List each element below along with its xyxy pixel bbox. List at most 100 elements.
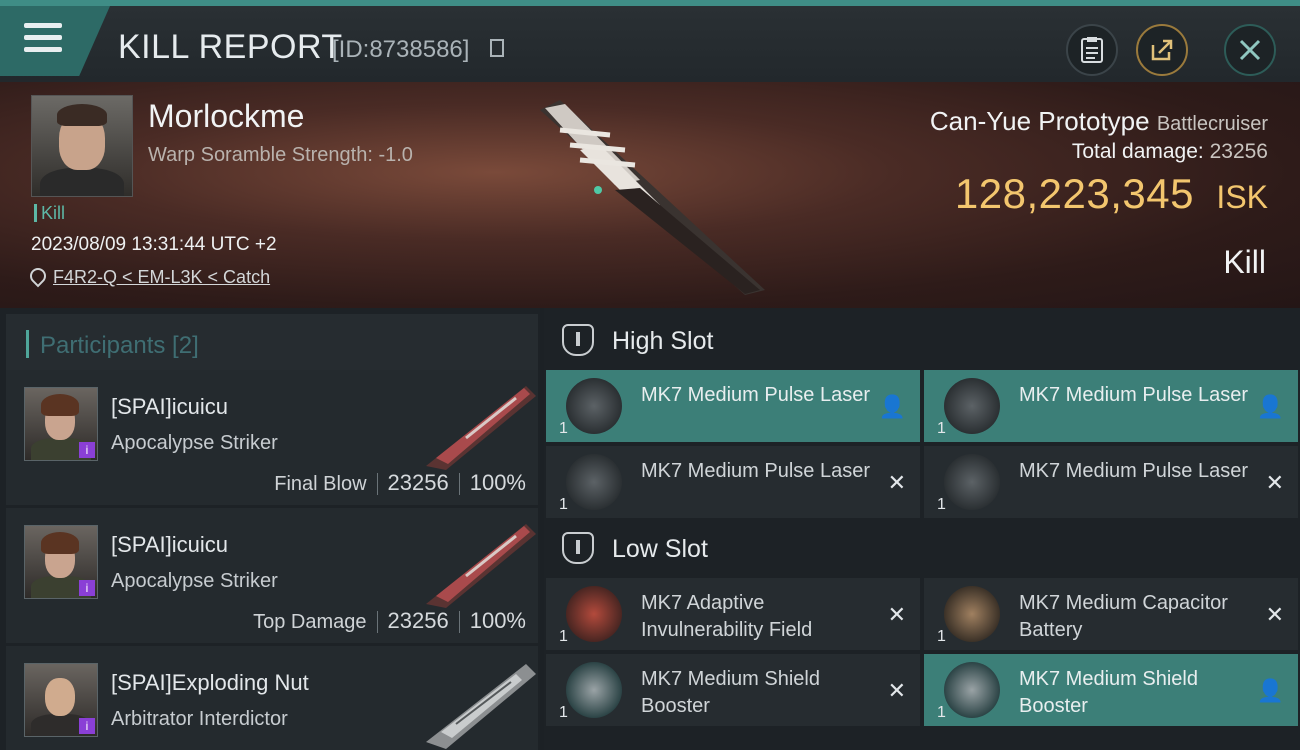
kill-datetime: 2023/08/09 13:31:44 UTC +2 (31, 234, 277, 255)
low-slot-header: Low Slot (544, 518, 1300, 578)
victim-banner: Morlockme Warp Soramble Strength: -1.0 K… (0, 82, 1300, 308)
report-id: [ID:8738586] (332, 36, 470, 63)
ship-name-line: Can-Yue Prototype Battlecruiser (930, 106, 1268, 137)
destroyed-icon: ✕ (1265, 602, 1284, 627)
avatar[interactable]: i (24, 525, 98, 599)
isk-unit: ISK (1216, 179, 1268, 215)
clipboard-button[interactable] (1066, 24, 1118, 76)
participant-role: Top Damage (253, 611, 367, 633)
participant-ship: Apocalypse Striker (111, 432, 278, 454)
module-qty: 1 (937, 420, 946, 437)
participant-name: [SPAI]icuicu (111, 532, 228, 557)
destroyed-icon: ✕ (887, 602, 906, 627)
module-item[interactable]: 1 MK7 Medium Pulse Laser 👤 (546, 370, 920, 442)
pulse-laser-icon (566, 378, 622, 434)
module-name: MK7 Medium Pulse Laser (641, 460, 870, 482)
total-damage-value: 23256 (1209, 140, 1268, 163)
module-name: MK7 Medium Pulse Laser (1019, 460, 1248, 482)
module-item[interactable]: 1 MK7 Medium Pulse Laser 👤 (924, 370, 1298, 442)
pulse-laser-icon (944, 378, 1000, 434)
module-qty: 1 (559, 704, 568, 721)
module-item[interactable]: 1 MK7 Medium Pulse Laser ✕ (546, 446, 920, 518)
participant-percent: 100% (469, 470, 526, 495)
share-button[interactable] (1136, 24, 1188, 76)
badge-icon: i (79, 580, 95, 596)
ship-class: Battlecruiser (1156, 113, 1268, 135)
invulnerability-field-icon (566, 586, 622, 642)
slot-icon (562, 532, 594, 564)
warp-scramble-strength: Warp Soramble Strength: -1.0 (148, 144, 413, 166)
module-item[interactable]: 1 MK7 Adaptive Invulnerability Field ✕ (546, 578, 920, 650)
person-icon: 👤 (1256, 678, 1284, 703)
person-icon: 👤 (1256, 394, 1284, 419)
clipboard-icon (1081, 37, 1103, 63)
avatar[interactable]: i (24, 663, 98, 737)
module-name: MK7 Medium Shield Booster (1019, 668, 1198, 717)
fitting-panel: High Slot 1 MK7 Medium Pulse Laser 👤 1 M… (544, 308, 1300, 750)
module-name: MK7 Medium Shield Booster (641, 668, 820, 717)
module-name: MK7 Medium Pulse Laser (641, 384, 870, 406)
participant-ship-image (426, 386, 536, 470)
module-item[interactable]: 1 MK7 Medium Capacitor Battery ✕ (924, 578, 1298, 650)
pulse-laser-icon (566, 454, 622, 510)
person-icon: 👤 (878, 394, 906, 419)
badge-icon: i (79, 442, 95, 458)
participant-row[interactable]: i [SPAI]icuicu Apocalypse Striker Final … (6, 370, 538, 505)
participant-name: [SPAI]icuicu (111, 394, 228, 419)
victim-avatar[interactable] (31, 95, 133, 197)
total-damage-line: Total damage: 23256 (1072, 140, 1268, 164)
capacitor-battery-icon (944, 586, 1000, 642)
module-name: MK7 Medium Pulse Laser (1019, 384, 1248, 406)
module-name: MK7 Medium Capacitor Battery (1019, 592, 1228, 641)
module-item[interactable]: 1 MK7 Medium Shield Booster ✕ (546, 654, 920, 726)
badge-icon: i (79, 718, 95, 734)
pulse-laser-icon (944, 454, 1000, 510)
participants-title: Participants [2] (40, 332, 199, 359)
module-qty: 1 (937, 628, 946, 645)
location-link[interactable]: F4R2-Q < EM-L3K < Catch (53, 267, 270, 288)
participant-damage: 23256 (387, 470, 449, 495)
module-item[interactable]: 1 MK7 Medium Shield Booster 👤 (924, 654, 1298, 726)
participant-stats: Top Damage 23256 100% (253, 608, 526, 634)
module-qty: 1 (559, 628, 568, 645)
participant-row[interactable]: i [SPAI]Exploding Nut Arbitrator Interdi… (6, 646, 538, 750)
module-qty: 1 (937, 496, 946, 513)
participant-ship-image (426, 664, 536, 749)
destroyed-icon: ✕ (1265, 470, 1284, 495)
participants-panel: Participants [2] i [SPAI]icuicu Apocalyp… (0, 308, 540, 750)
participant-role: Final Blow (274, 473, 367, 495)
high-slot-header: High Slot (544, 310, 1300, 370)
destroyed-icon: ✕ (887, 678, 906, 703)
result-label: Kill (1223, 244, 1266, 280)
isk-line: 128,223,345 ISK (955, 170, 1268, 218)
participants-header: Participants [2] (6, 314, 538, 374)
module-qty: 1 (937, 704, 946, 721)
slot-icon (562, 324, 594, 356)
module-qty: 1 (559, 420, 568, 437)
menu-button[interactable] (0, 6, 110, 76)
destroyed-icon: ✕ (887, 470, 906, 495)
close-button[interactable] (1224, 24, 1276, 76)
shield-booster-icon (944, 662, 1000, 718)
total-damage-label: Total damage: (1071, 140, 1204, 163)
victim-name[interactable]: Morlockme (148, 98, 304, 135)
module-item[interactable]: 1 MK7 Medium Pulse Laser ✕ (924, 446, 1298, 518)
participant-damage: 23256 (387, 608, 449, 633)
participant-ship: Apocalypse Striker (111, 570, 278, 592)
participant-row[interactable]: i [SPAI]icuicu Apocalypse Striker Top Da… (6, 508, 538, 643)
participant-percent: 100% (469, 608, 526, 633)
close-icon (1239, 39, 1261, 61)
location-pin-icon (26, 264, 50, 288)
isk-value: 128,223,345 (954, 170, 1194, 217)
participant-stats: Final Blow 23256 100% (274, 470, 526, 496)
menu-icon (24, 23, 62, 53)
participant-name: [SPAI]Exploding Nut (111, 670, 309, 695)
module-name: MK7 Adaptive Invulnerability Field (641, 592, 813, 641)
share-icon (1151, 39, 1173, 61)
page-title: KILL REPORT (118, 28, 343, 66)
copy-icon[interactable] (490, 39, 504, 57)
ship-name[interactable]: Can-Yue Prototype (930, 106, 1150, 136)
avatar[interactable]: i (24, 387, 98, 461)
participant-ship-image (426, 524, 536, 608)
module-qty: 1 (559, 496, 568, 513)
